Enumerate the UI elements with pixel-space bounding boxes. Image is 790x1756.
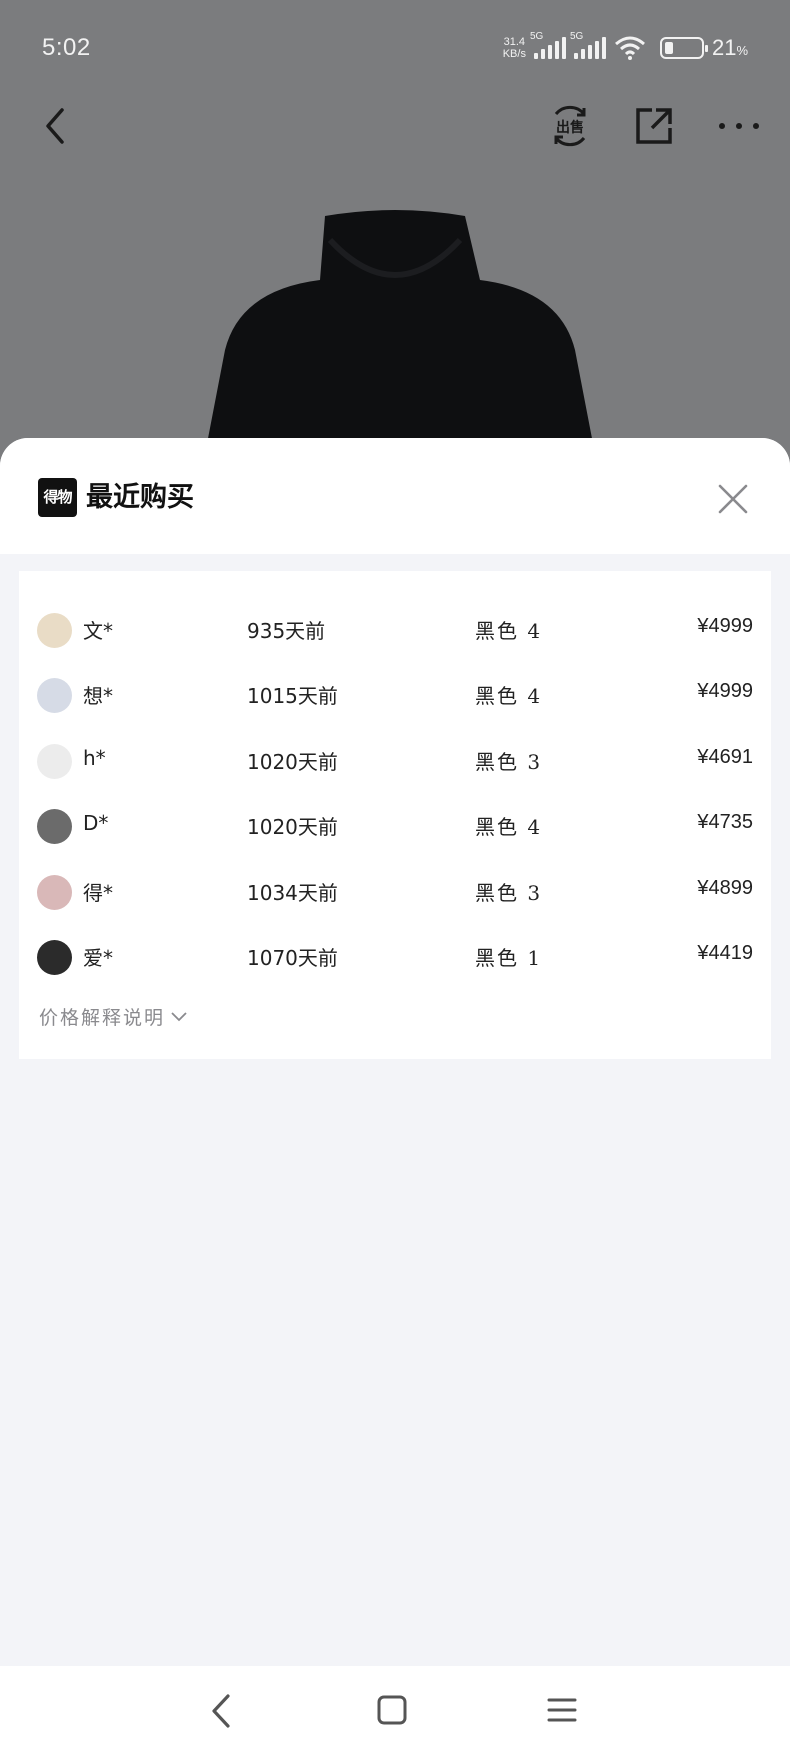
- purchase-spec: 黑色 1: [475, 945, 543, 970]
- purchase-price: ¥4999: [697, 680, 753, 703]
- battery-icon: [659, 37, 708, 59]
- product-image: [201, 210, 599, 470]
- purchase-price: ¥4691: [697, 745, 753, 768]
- purchase-spec: 黑色 4: [475, 815, 543, 840]
- buyer-name: 文*: [83, 619, 113, 643]
- price-explanation-label: 价格解释说明: [39, 1007, 166, 1029]
- battery-percent: 21%: [711, 35, 748, 60]
- status-icons: 31.4 KB/s 5G 5G 21%: [503, 30, 748, 66]
- signal-icon-2: 5G: [570, 31, 606, 59]
- status-time: 5:02: [42, 34, 91, 61]
- purchase-row: 想* 1015天前 黑色 4 ¥4999: [19, 662, 771, 727]
- more-icon[interactable]: [714, 104, 764, 148]
- purchase-time: 1070天前: [247, 945, 338, 970]
- close-icon[interactable]: [716, 482, 750, 516]
- brand-logo: 得物: [38, 478, 77, 517]
- price-explanation-toggle[interactable]: 价格解释说明: [39, 1003, 187, 1030]
- top-nav: 出售: [0, 96, 790, 156]
- purchase-price: ¥4735: [697, 811, 753, 834]
- purchase-row: 爱* 1070天前 黑色 1 ¥4419: [19, 924, 771, 989]
- network-speed: 31.4 KB/s: [502, 36, 526, 60]
- buyer-name: 想*: [83, 684, 113, 709]
- sell-icon[interactable]: 出售: [548, 104, 592, 148]
- purchase-row: D* 1020天前 黑色 4 ¥4735: [19, 793, 771, 858]
- purchase-spec: 黑色 4: [475, 619, 543, 643]
- product-page-backdrop[interactable]: 5:02 31.4 KB/s 5G 5G 21% 出售: [0, 0, 790, 470]
- signal-icon: 5G: [530, 31, 566, 59]
- purchases-card: 文* 935天前 黑色 4 ¥4999 想* 1015天前 黑色 4 ¥4999 h* 1020天…: [19, 571, 771, 1059]
- system-menu-icon[interactable]: [546, 1694, 578, 1726]
- purchase-time: 1015天前: [247, 684, 338, 709]
- system-home-icon[interactable]: [376, 1694, 408, 1726]
- purchase-price: ¥4899: [697, 876, 753, 899]
- purchase-spec: 黑色 4: [475, 684, 543, 709]
- purchase-row: 得* 1034天前 黑色 3 ¥4899: [19, 859, 771, 924]
- system-back-icon[interactable]: [206, 1692, 236, 1730]
- buyer-name: h*: [83, 745, 106, 770]
- purchase-time: 1020天前: [247, 749, 338, 774]
- purchase-time: 1020天前: [247, 815, 338, 840]
- sell-label: 出售: [556, 119, 584, 136]
- purchase-price: ¥4419: [697, 941, 753, 964]
- avatar: [37, 678, 72, 714]
- avatar: [37, 743, 72, 779]
- recent-purchases-sheet: 得物 最近购买 文* 935天前 黑色 4 ¥4999 想* 1015天前 黑色 4 ¥499…: [0, 438, 790, 1666]
- back-icon[interactable]: [36, 102, 76, 150]
- buyer-name: 爱*: [83, 945, 113, 970]
- buyer-name: 得*: [83, 880, 113, 905]
- purchase-spec: 黑色 3: [475, 749, 543, 774]
- purchase-list: 文* 935天前 黑色 4 ¥4999 想* 1015天前 黑色 4 ¥4999 h* 1020天…: [19, 597, 771, 989]
- system-nav-bar: [0, 1666, 790, 1756]
- status-bar: 5:02 31.4 KB/s 5G 5G 21%: [0, 0, 790, 96]
- purchase-time: 1034天前: [247, 880, 338, 905]
- sheet-title: 最近购买: [86, 482, 194, 513]
- purchase-time: 935天前: [247, 619, 326, 643]
- share-icon[interactable]: [632, 104, 676, 148]
- avatar: [37, 809, 72, 845]
- avatar: [37, 613, 72, 648]
- chevron-down-icon: [171, 1011, 187, 1021]
- purchase-price: ¥4999: [697, 615, 753, 637]
- avatar: [37, 939, 72, 975]
- avatar: [37, 874, 72, 910]
- sheet-header: 得物 最近购买: [0, 438, 790, 554]
- purchase-row: 文* 935天前 黑色 4 ¥4999: [19, 597, 771, 662]
- buyer-name: D*: [83, 811, 109, 836]
- wifi-icon: [614, 36, 645, 60]
- purchase-row: h* 1020天前 黑色 3 ¥4691: [19, 728, 771, 793]
- purchase-spec: 黑色 3: [475, 880, 543, 905]
